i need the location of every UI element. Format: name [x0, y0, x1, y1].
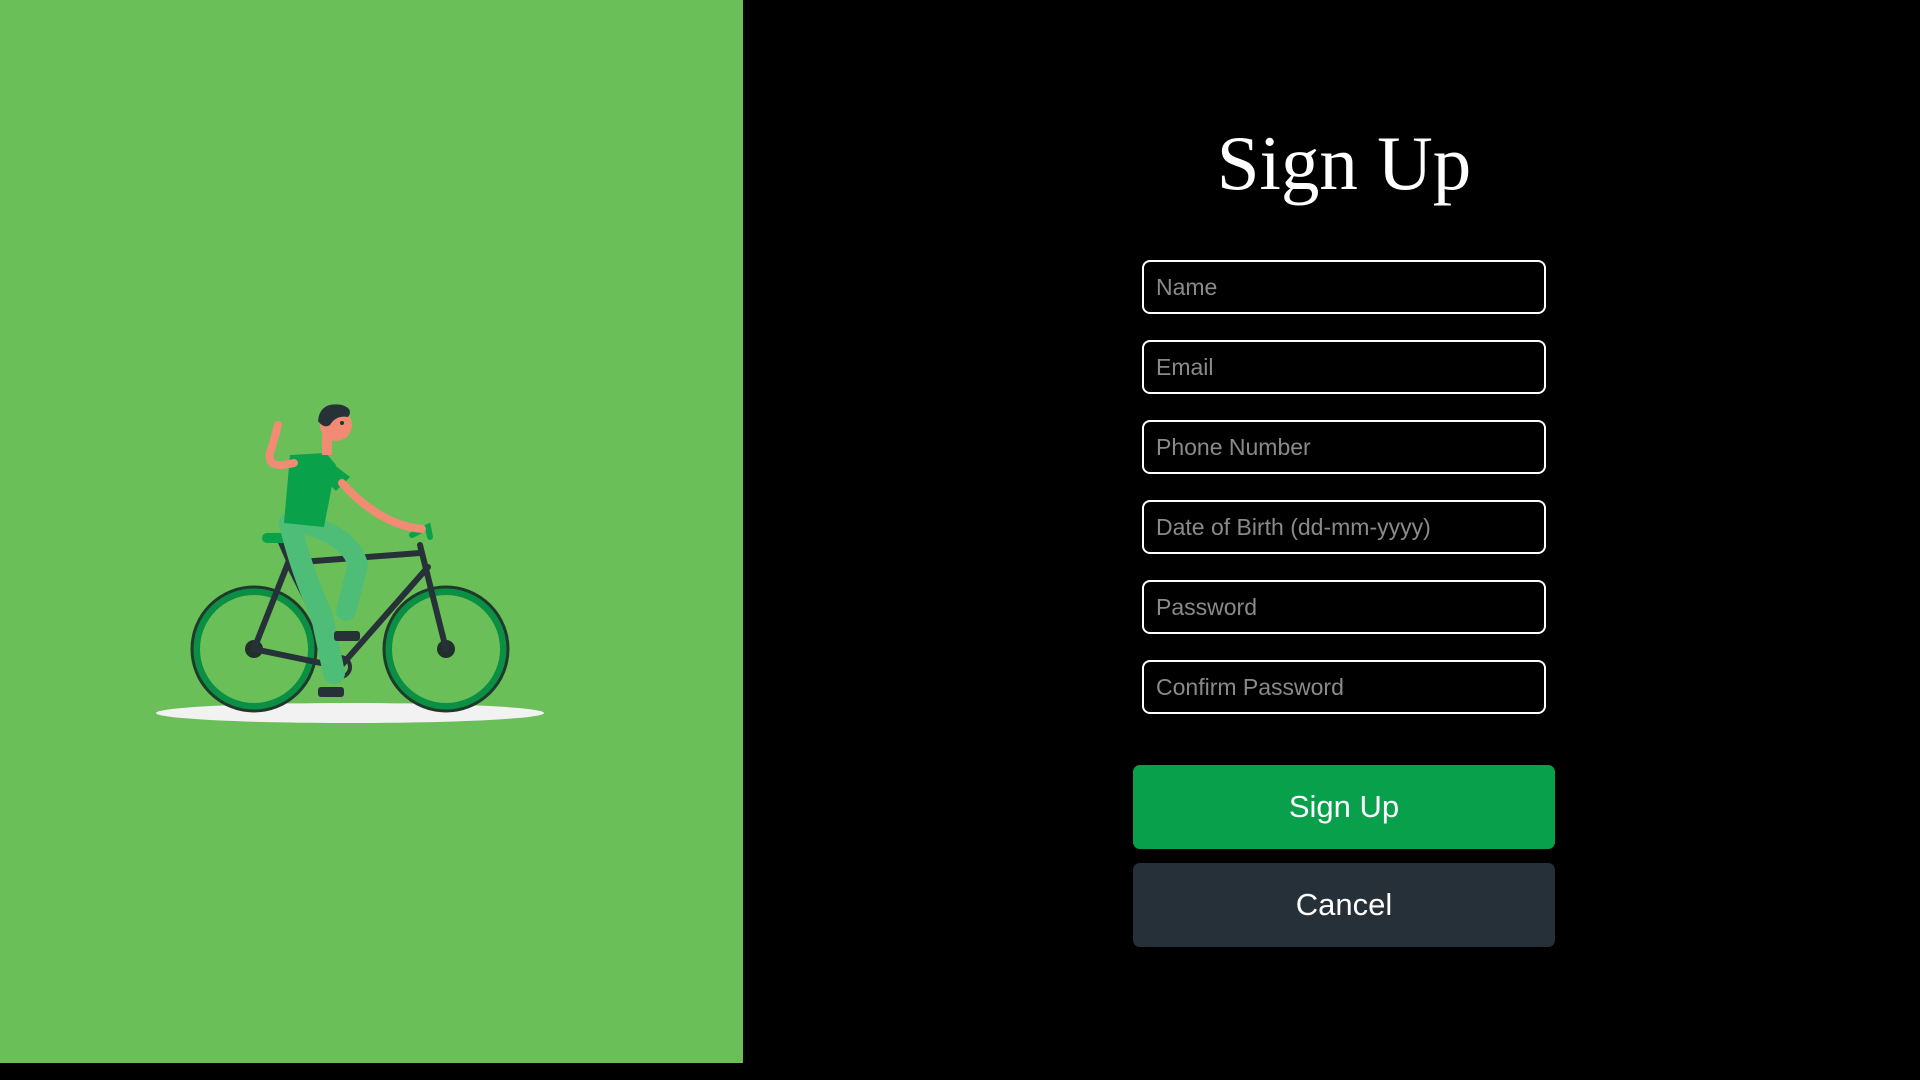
phone-number-input[interactable] [1142, 420, 1546, 474]
cyclist-illustration [156, 404, 544, 723]
page-title: Sign Up [1216, 120, 1472, 206]
illustration-panel [0, 0, 743, 1063]
password-input[interactable] [1142, 580, 1546, 634]
cancel-button[interactable]: Cancel [1133, 863, 1555, 947]
signup-form: Sign Up Sign Up Cancel [1133, 0, 1555, 1063]
signup-page: Sign Up Sign Up Cancel [0, 0, 1920, 1080]
name-input[interactable] [1142, 260, 1546, 314]
confirm-password-input[interactable] [1142, 660, 1546, 714]
email-input[interactable] [1142, 340, 1546, 394]
sign-up-button[interactable]: Sign Up [1133, 765, 1555, 849]
date-of-birth-input[interactable] [1142, 500, 1546, 554]
